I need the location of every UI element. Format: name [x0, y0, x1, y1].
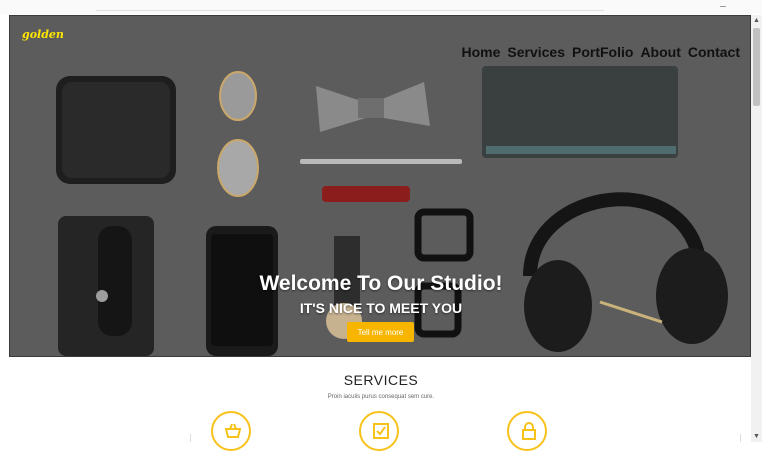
brand-logo[interactable]: golden — [22, 28, 64, 41]
services-subheading: Proin iaculis purus consequat sem cure. — [327, 394, 435, 400]
main-nav: Home Services PortFolio About Contact — [461, 44, 740, 60]
scroll-down-arrow-icon[interactable]: ▼ — [751, 431, 762, 442]
minimize-mark — [720, 6, 726, 7]
lock-icon — [507, 411, 547, 451]
scroll-thumb[interactable] — [753, 28, 760, 106]
browser-top-strip — [0, 0, 762, 14]
nav-services[interactable]: Services — [507, 44, 565, 60]
hero-title: Welcome To Our Studio! — [259, 272, 503, 295]
nav-portfolio[interactable]: PortFolio — [572, 44, 633, 60]
hero-subtitle: IT'S NICE TO MEET YOU — [299, 300, 463, 316]
checkbox-icon — [359, 411, 399, 451]
nav-contact[interactable]: Contact — [688, 44, 740, 60]
nav-about[interactable]: About — [640, 44, 680, 60]
page-scrollbar[interactable]: ▲ ▼ — [751, 15, 762, 442]
scroll-up-arrow-icon[interactable]: ▲ — [751, 15, 762, 26]
services-heading: SERVICES — [343, 372, 419, 388]
divider-left — [190, 434, 191, 442]
address-divider — [96, 10, 604, 11]
tell-me-more-button[interactable]: Tell me more — [347, 322, 414, 342]
shopping-basket-icon — [211, 411, 251, 451]
nav-home[interactable]: Home — [461, 44, 500, 60]
divider-right — [740, 434, 741, 442]
hero-section: golden Home Services PortFolio About Con… — [9, 15, 751, 357]
